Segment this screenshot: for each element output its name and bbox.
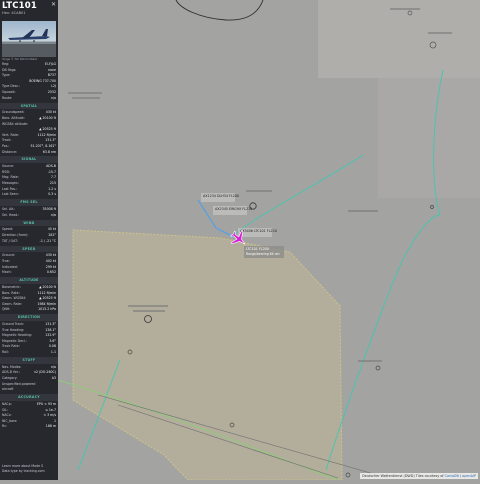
- accuracy-row: Rc: 186 m: [2, 424, 56, 429]
- section-header-spatial[interactable]: SPATIAL: [0, 102, 58, 110]
- map-attribution: Deutscher Wetterdienst (DWD) Tiles court…: [360, 473, 478, 479]
- section-header-direction[interactable]: DIRECTION: [0, 314, 58, 322]
- aircraft-photo[interactable]: [2, 21, 56, 57]
- aircraft-info-sidebar: LTC101 Hex: 4CAB01 ✕ Image © Tim Patrick…: [0, 0, 58, 480]
- fms-row: Sel. Head.: n/a: [2, 212, 56, 217]
- map-region: [378, 78, 480, 198]
- attribution-link[interactable]: openAIP: [462, 474, 476, 478]
- map-label: [348, 210, 378, 212]
- map-label: [428, 32, 452, 34]
- sidebar-rows: Reg: EI-FJLG DB flags: none Type: B737 BOEI…: [0, 62, 58, 430]
- map-region: [318, 0, 480, 78]
- flight-label: AX2345 EWG9X FL210: [215, 207, 252, 211]
- section-header-altitude[interactable]: ALTITUDE: [0, 277, 58, 284]
- sidebar-footer[interactable]: Learn more about Mode S Data type by tra…: [2, 464, 45, 474]
- speed-row: Mach: 0.652: [2, 270, 56, 275]
- close-icon[interactable]: ✕: [51, 1, 56, 8]
- map-label: [72, 97, 100, 99]
- selected-aircraft-label: LTC101 FL200: [246, 247, 269, 251]
- map-label: [133, 310, 165, 312]
- map-label: [390, 8, 420, 10]
- sidebar-header: LTC101 Hex: 4CAB01 ✕: [0, 0, 58, 20]
- map-label: [358, 360, 382, 362]
- flight-label: AX1234 DLH34 FL200: [203, 194, 239, 198]
- map-view[interactable]: AX1234 DLH34 FL200 AX2345 EWG9X FL210 AX…: [57, 0, 480, 481]
- section-header-fms[interactable]: FMS SEL: [0, 199, 58, 207]
- section-header-signal[interactable]: SIGNAL: [0, 156, 58, 164]
- section-header-speed[interactable]: SPEED: [0, 245, 58, 253]
- hex-code: Hex: 4CAB01: [2, 11, 26, 15]
- signal-row: Last Seen: 0.3 s: [2, 192, 56, 197]
- info-row: Route: n/a: [2, 95, 56, 100]
- spatial-row: Distance: 63.8 nm: [2, 149, 56, 154]
- wind-row: TAT / OAT: -1 / -21 °C: [2, 238, 56, 243]
- section-header-stuff[interactable]: STUFF: [0, 357, 58, 364]
- map-canvas[interactable]: AX1234 DLH34 FL200 AX2345 EWG9X FL210 AX…: [57, 0, 480, 481]
- map-label: [68, 92, 102, 94]
- footer-text: Data type by tracking.com: [2, 469, 45, 473]
- flight-label: AX3456 LTC101 FL220: [240, 229, 277, 233]
- altitude-row: QNH: 1013.2 hPa: [2, 307, 56, 312]
- direction-row: Roll: 1.1: [2, 350, 56, 355]
- section-header-accuracy[interactable]: ACCURACY: [0, 394, 58, 401]
- photo-caption: Image © Tim Patrick-Walsh: [2, 58, 38, 61]
- callsign-title: LTC101: [2, 1, 37, 11]
- map-label: [246, 190, 272, 192]
- stuff-row: aircraft: [2, 387, 14, 392]
- section-header-wind[interactable]: WIND: [0, 219, 58, 227]
- selected-aircraft-range: Range/bearing 64 nm: [246, 252, 280, 256]
- map-label: [128, 305, 168, 307]
- attribution-link[interactable]: CartoDB: [445, 474, 459, 478]
